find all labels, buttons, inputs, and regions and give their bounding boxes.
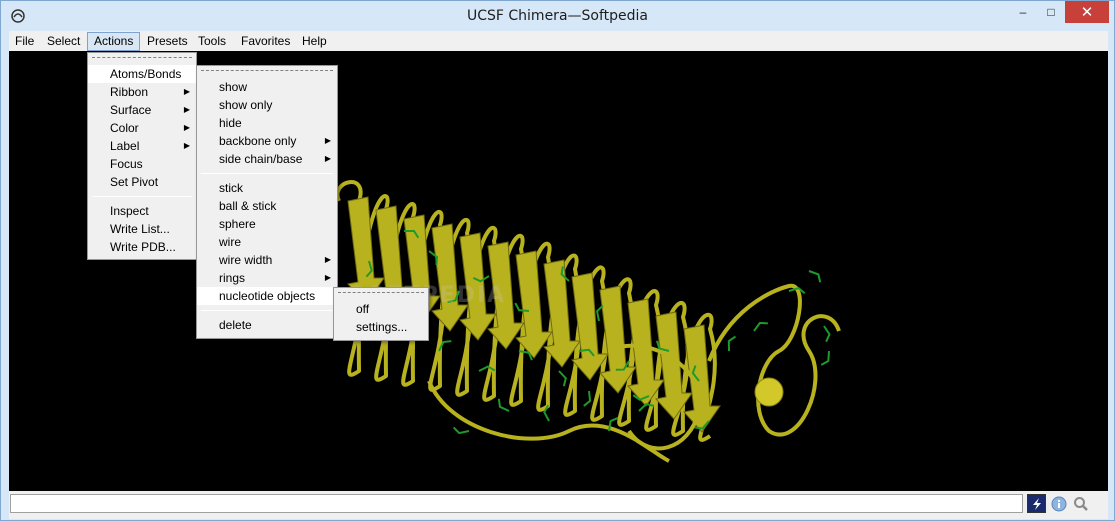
- menu-item-ball-stick[interactable]: ball & stick: [197, 197, 337, 215]
- menu-item-label[interactable]: Label ▶: [88, 137, 196, 155]
- menu-item-show[interactable]: show: [197, 78, 337, 96]
- status-field: [10, 494, 1023, 513]
- menu-item-sphere[interactable]: sphere: [197, 215, 337, 233]
- side-chain-stick: [753, 321, 768, 332]
- menu-tools[interactable]: Tools: [192, 32, 232, 51]
- menu-item-ribbon[interactable]: Ribbon ▶: [88, 83, 196, 101]
- ribbon-tail-loop: [707, 283, 841, 437]
- tear-off-line[interactable]: [92, 57, 192, 65]
- title-bar[interactable]: UCSF Chimera—Softpedia ‒ □ ✕: [1, 1, 1114, 31]
- side-chain-stick: [820, 350, 830, 366]
- menu-item-nucleotide-objects[interactable]: nucleotide objects: [197, 287, 337, 305]
- ion-sphere: [754, 377, 784, 407]
- submenu-arrow-icon: ▶: [183, 87, 190, 96]
- side-chain-stick: [583, 390, 592, 407]
- status-bar: [9, 491, 1108, 519]
- tear-off-line[interactable]: [338, 292, 424, 300]
- submenu-arrow-icon: ▶: [183, 123, 190, 132]
- menu-favorites[interactable]: Favorites: [235, 32, 296, 51]
- menu-item-stick[interactable]: stick: [197, 179, 337, 197]
- menu-item-write-pdb[interactable]: Write PDB...: [88, 238, 196, 256]
- menu-file[interactable]: File: [9, 32, 40, 51]
- actions-menu: Atoms/Bonds Ribbon ▶ Surface ▶ Color ▶ Labe…: [87, 52, 197, 260]
- minimize-button[interactable]: ‒: [1009, 1, 1037, 23]
- menu-bar: File Select Actions Presets Tools Favori…: [9, 31, 1108, 51]
- menu-item-color[interactable]: Color ▶: [88, 119, 196, 137]
- menu-item-surface[interactable]: Surface ▶: [88, 101, 196, 119]
- magnifier-icon[interactable]: [1071, 494, 1090, 513]
- menu-item-write-list[interactable]: Write List...: [88, 220, 196, 238]
- menu-item-set-pivot[interactable]: Set Pivot: [88, 173, 196, 191]
- close-button[interactable]: ✕: [1065, 1, 1109, 23]
- menu-help[interactable]: Help: [296, 32, 333, 51]
- menu-item-focus[interactable]: Focus: [88, 155, 196, 173]
- menu-separator: [201, 173, 333, 174]
- command-line-icon[interactable]: [1027, 494, 1046, 513]
- menu-separator: [201, 310, 333, 311]
- menu-item-backbone-only[interactable]: backbone only ▶: [197, 132, 337, 150]
- menu-item-settings[interactable]: settings...: [334, 318, 428, 336]
- side-chain-stick: [727, 335, 737, 352]
- submenu-arrow-icon: ▶: [324, 154, 331, 163]
- side-chain-stick: [823, 325, 831, 343]
- menu-item-hide[interactable]: hide: [197, 114, 337, 132]
- menu-item-wire-width[interactable]: wire width ▶: [197, 251, 337, 269]
- window-title: UCSF Chimera—Softpedia: [466, 8, 648, 24]
- submenu-arrow-icon: ▶: [324, 273, 331, 282]
- menu-item-wire[interactable]: wire: [197, 233, 337, 251]
- menu-item-delete[interactable]: delete: [197, 316, 337, 334]
- submenu-arrow-icon: ▶: [183, 105, 190, 114]
- nucleotide-objects-submenu: off settings...: [333, 287, 429, 341]
- menu-item-off[interactable]: off: [334, 300, 428, 318]
- chimera-window: UCSF Chimera—Softpedia ‒ □ ✕ File Select…: [0, 0, 1115, 521]
- info-icon[interactable]: [1049, 494, 1068, 513]
- side-chain-stick: [558, 370, 567, 387]
- menu-item-inspect[interactable]: Inspect: [88, 202, 196, 220]
- atoms-bonds-submenu: show show only hide backbone only ▶ side …: [196, 65, 338, 339]
- menu-item-rings[interactable]: rings ▶: [197, 269, 337, 287]
- menu-item-atoms-bonds[interactable]: Atoms/Bonds: [88, 65, 196, 83]
- submenu-arrow-icon: ▶: [324, 136, 331, 145]
- tear-off-line[interactable]: [201, 70, 333, 78]
- side-chain-stick: [808, 270, 822, 283]
- side-chain-stick: [452, 426, 470, 435]
- menu-separator: [92, 196, 192, 197]
- maximize-button[interactable]: □: [1037, 1, 1065, 23]
- menu-item-side-chain-base[interactable]: side chain/base ▶: [197, 150, 337, 168]
- menu-item-show-only[interactable]: show only: [197, 96, 337, 114]
- menu-presets[interactable]: Presets: [141, 32, 194, 51]
- menu-select[interactable]: Select: [41, 32, 86, 51]
- menu-actions[interactable]: Actions: [87, 32, 141, 51]
- side-chain-stick: [497, 398, 510, 412]
- submenu-arrow-icon: ▶: [183, 141, 190, 150]
- submenu-arrow-icon: ▶: [324, 255, 331, 264]
